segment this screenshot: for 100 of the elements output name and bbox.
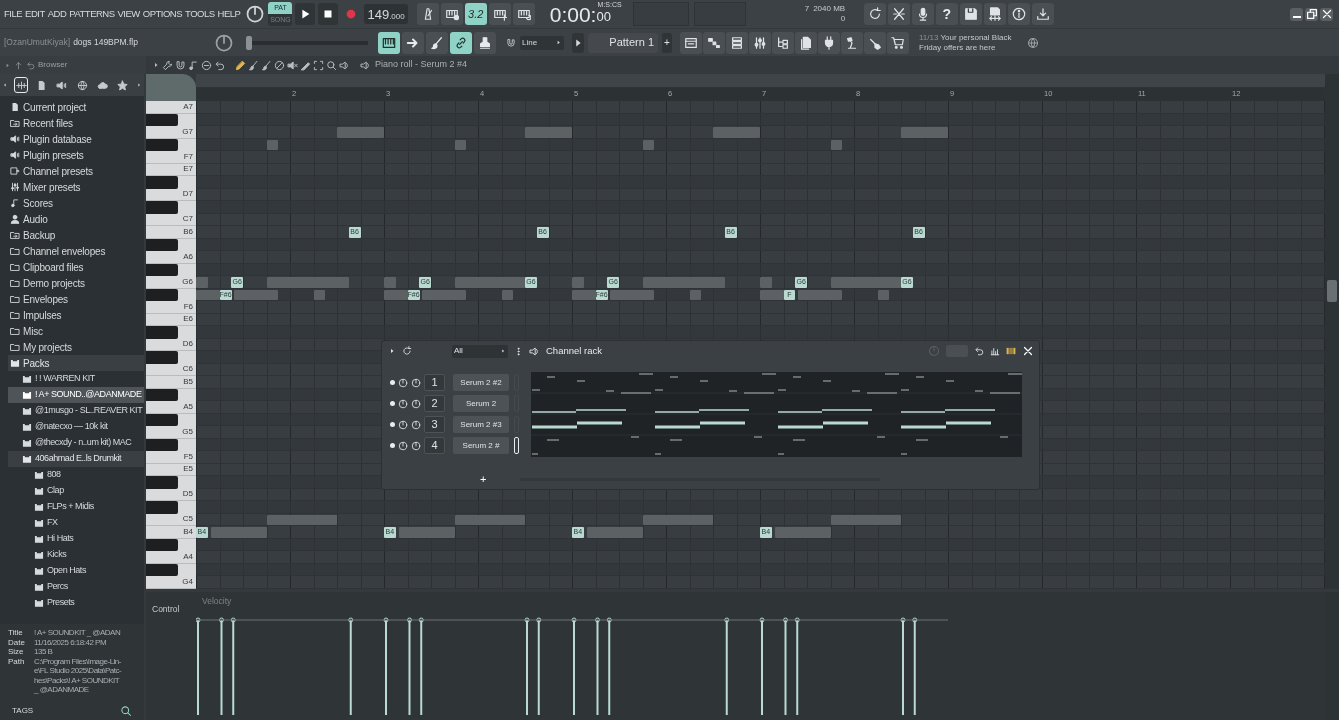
browser-item[interactable]: @1musgo - SL..REAVER KIT bbox=[8, 403, 144, 419]
piano-key[interactable]: B6 bbox=[146, 226, 196, 239]
add-pattern-button[interactable]: + bbox=[662, 32, 672, 53]
piano-key[interactable]: A4 bbox=[146, 551, 196, 564]
keyboard-toggle[interactable] bbox=[378, 31, 400, 54]
pitch-knob[interactable] bbox=[214, 32, 234, 53]
browser-item[interactable]: 406ahmad E..ls Drumkit bbox=[8, 451, 144, 467]
brush-toggle[interactable] bbox=[426, 31, 448, 54]
mixer-track-number[interactable]: 3 bbox=[424, 416, 445, 433]
countdown-toggle[interactable]: 3.2 bbox=[464, 3, 487, 25]
mixer-track-number[interactable]: 1 bbox=[424, 374, 445, 391]
browser-item[interactable]: FX bbox=[8, 515, 144, 531]
browser-item[interactable]: 808 bbox=[8, 467, 144, 483]
play-button[interactable] bbox=[295, 3, 316, 25]
browser-item[interactable]: Misc bbox=[8, 323, 144, 339]
channel-name-button[interactable]: Serum 2 # bbox=[453, 437, 509, 454]
waveform-tab[interactable] bbox=[14, 77, 29, 93]
browser-item[interactable]: Audio bbox=[8, 211, 144, 227]
cart-button[interactable] bbox=[887, 31, 909, 54]
stamp-toggle[interactable] bbox=[474, 31, 496, 54]
piano-key[interactable] bbox=[146, 176, 196, 189]
piano-key[interactable]: B5 bbox=[146, 376, 196, 389]
piano-key[interactable]: A7 bbox=[146, 101, 196, 114]
browser-item[interactable]: Current project bbox=[8, 99, 144, 115]
steps-button[interactable] bbox=[703, 31, 725, 54]
browser-item[interactable]: @thecxdy - n..um kit) MAC bbox=[8, 435, 144, 451]
pattern-selector[interactable]: Pattern 1 bbox=[588, 32, 658, 53]
tree-button[interactable] bbox=[772, 31, 794, 54]
search-button[interactable] bbox=[120, 705, 132, 717]
browser-item[interactable]: Plugin presets bbox=[8, 147, 144, 163]
vertical-scrollbar[interactable] bbox=[1325, 74, 1339, 589]
sliders-button[interactable] bbox=[749, 31, 771, 54]
piano-key[interactable] bbox=[146, 201, 196, 214]
browser-item[interactable]: My projects bbox=[8, 339, 144, 355]
browser-item[interactable]: Hi Hats bbox=[8, 531, 144, 547]
menu-item[interactable]: PATTERNS bbox=[69, 6, 115, 22]
browser-item[interactable]: Percs bbox=[8, 579, 144, 595]
piano-key[interactable]: F5 bbox=[146, 451, 196, 464]
help-button[interactable]: ? bbox=[935, 3, 958, 25]
browser-item[interactable]: @natecxo — 10k kit bbox=[8, 419, 144, 435]
menu-item[interactable]: TOOLS bbox=[185, 6, 215, 22]
piano-key[interactable]: A5 bbox=[146, 401, 196, 414]
channel-led[interactable] bbox=[390, 380, 395, 385]
list-button[interactable] bbox=[726, 31, 748, 54]
arrow-right-toggle[interactable] bbox=[402, 31, 424, 54]
floppy-button[interactable] bbox=[959, 3, 982, 25]
piano-key[interactable]: G7 bbox=[146, 126, 196, 139]
snap-dropdown[interactable]: Line bbox=[520, 35, 564, 50]
piano-key[interactable] bbox=[146, 326, 196, 339]
download-button[interactable] bbox=[1031, 3, 1054, 25]
keyboard-plus-toggle[interactable] bbox=[488, 3, 511, 25]
minimize-button[interactable] bbox=[1290, 7, 1303, 21]
scroll-thumb[interactable] bbox=[1327, 280, 1337, 302]
pages-button[interactable] bbox=[795, 31, 817, 54]
channel-led[interactable] bbox=[390, 422, 395, 427]
info-button[interactable] bbox=[1007, 3, 1030, 25]
keyboard-clock-toggle[interactable] bbox=[440, 3, 463, 25]
channel-name-button[interactable]: Serum 2 #3 bbox=[453, 416, 509, 433]
piano-key[interactable]: G6 bbox=[146, 276, 196, 289]
piano-key[interactable]: A6 bbox=[146, 251, 196, 264]
channel-led[interactable] bbox=[390, 401, 395, 406]
browser-item[interactable]: Mixer presets bbox=[8, 179, 144, 195]
browser-item[interactable]: Plugin database bbox=[8, 131, 144, 147]
browser-item[interactable]: Presets bbox=[8, 595, 144, 611]
mixer-track-number[interactable]: 2 bbox=[424, 395, 445, 412]
refresh-button[interactable] bbox=[863, 3, 886, 25]
master-volume-knob[interactable] bbox=[245, 4, 266, 24]
piano-key[interactable]: F7 bbox=[146, 151, 196, 164]
tempo-display[interactable]: 149.000 bbox=[364, 4, 408, 24]
add-channel-button[interactable]: + bbox=[480, 471, 487, 488]
close-button[interactable] bbox=[1022, 345, 1033, 357]
floppy-arrows-button[interactable] bbox=[983, 3, 1006, 25]
piano-key[interactable] bbox=[146, 501, 196, 514]
browser-item[interactable]: Envelopes bbox=[8, 291, 144, 307]
caret-right-button[interactable] bbox=[572, 32, 584, 53]
slider-handle[interactable] bbox=[246, 35, 252, 50]
menu-item[interactable]: OPTIONS bbox=[142, 6, 183, 22]
metronome-toggle[interactable] bbox=[416, 3, 439, 25]
window-button[interactable] bbox=[680, 31, 702, 54]
menu-item[interactable]: ADD bbox=[47, 6, 67, 22]
browser-item[interactable]: Recent files bbox=[8, 115, 144, 131]
news-text[interactable]: 11/13 Your personal Black Friday offers are here bbox=[919, 32, 1023, 53]
browser-item[interactable]: Kicks bbox=[8, 547, 144, 563]
microphone-button[interactable] bbox=[911, 3, 934, 25]
plug-button[interactable] bbox=[818, 31, 840, 54]
channel-name-button[interactable]: Serum 2 #2 bbox=[453, 374, 509, 391]
browser-item[interactable]: Packs bbox=[8, 355, 144, 371]
browser-item[interactable]: Open Hats bbox=[8, 563, 144, 579]
channel-name-button[interactable]: Serum 2 bbox=[453, 395, 509, 412]
star-tab[interactable] bbox=[115, 77, 130, 93]
piano-key[interactable] bbox=[146, 476, 196, 489]
piano-key[interactable]: G4 bbox=[146, 576, 196, 589]
browser-item[interactable]: Demo projects bbox=[8, 275, 144, 291]
cross-arrows-button[interactable] bbox=[887, 3, 910, 25]
browser-item[interactable]: Channel presets bbox=[8, 163, 144, 179]
browser-item[interactable]: Backup bbox=[8, 227, 144, 243]
filter-dropdown[interactable]: All bbox=[452, 344, 508, 358]
browser-item[interactable]: Impulses bbox=[8, 307, 144, 323]
menu-item[interactable]: FILE bbox=[4, 6, 23, 22]
close-button[interactable] bbox=[1320, 7, 1333, 21]
